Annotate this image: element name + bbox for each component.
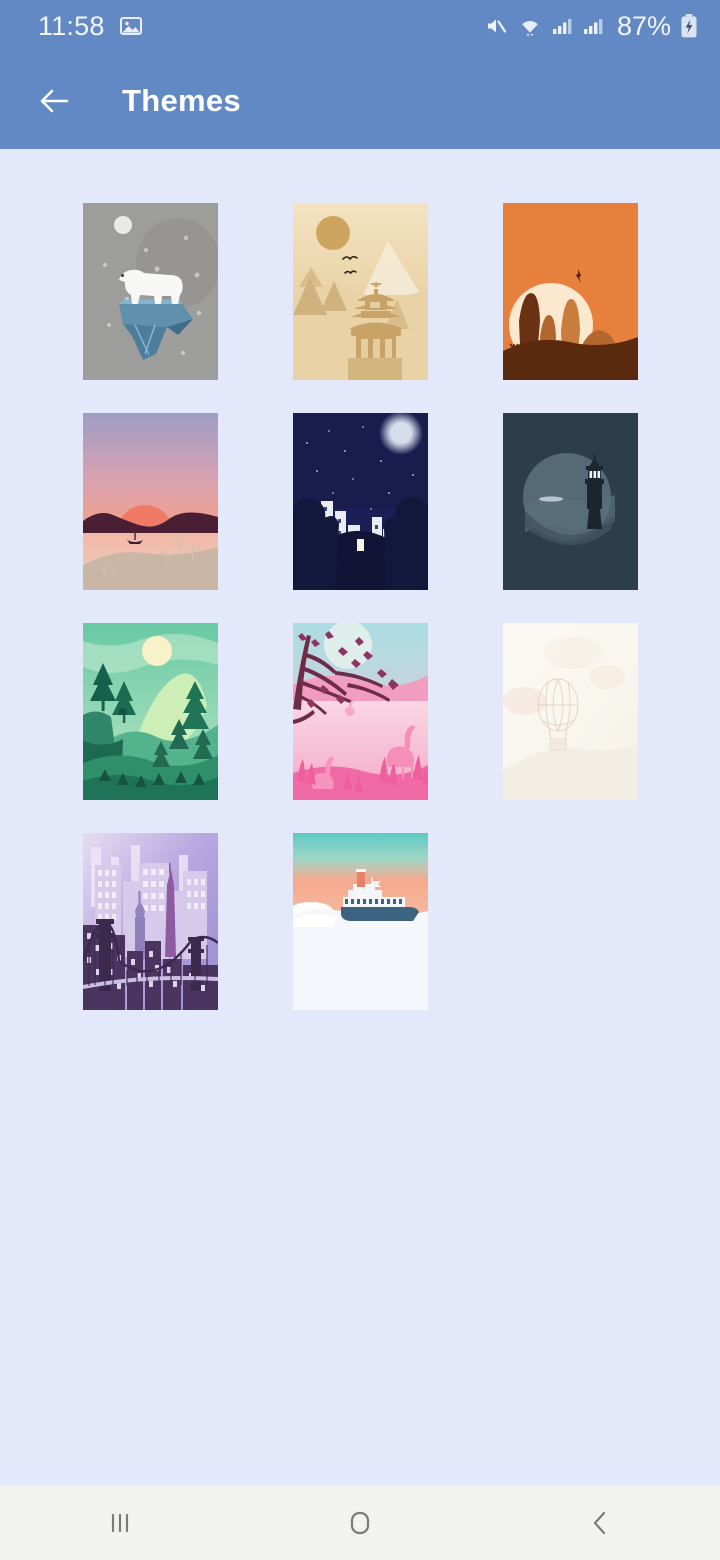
back-chevron-icon xyxy=(580,1503,620,1543)
status-bar-left: 11:58 xyxy=(38,11,484,42)
signal-sim1-icon xyxy=(552,14,574,38)
home-icon xyxy=(340,1503,380,1543)
theme-thumbnail-pagoda[interactable] xyxy=(292,203,428,380)
theme-thumbnail-lighthouse[interactable] xyxy=(502,413,638,590)
wifi-icon xyxy=(517,14,543,38)
theme-thumbnail-balloon[interactable] xyxy=(502,623,638,800)
theme-thumbnail-green-valley[interactable] xyxy=(82,623,218,800)
theme-art-polar-bear xyxy=(82,203,218,380)
theme-thumbnail-night-city[interactable] xyxy=(292,413,428,590)
status-bar: 11:58 87% xyxy=(0,0,720,52)
signal-sim2-icon xyxy=(583,14,605,38)
theme-thumbnail-ship[interactable] xyxy=(292,833,428,1010)
screenshot-image-icon xyxy=(119,14,143,38)
home-button[interactable] xyxy=(300,1486,420,1560)
themes-grid xyxy=(0,149,720,1010)
theme-art-ship xyxy=(292,833,428,1010)
theme-art-desert xyxy=(502,203,638,380)
themes-scroll-area[interactable] xyxy=(0,149,720,1486)
theme-thumbnail-lake-sunset[interactable] xyxy=(82,413,218,590)
theme-thumbnail-flamingo[interactable] xyxy=(292,623,428,800)
battery-charging-icon xyxy=(680,13,698,39)
theme-grid-empty-cell xyxy=(503,833,638,1010)
theme-art-night-city xyxy=(292,413,428,590)
status-bar-clock: 11:58 xyxy=(38,10,105,41)
theme-art-green-valley xyxy=(82,623,218,800)
theme-art-lighthouse xyxy=(502,413,638,590)
theme-art-purple-city xyxy=(82,833,218,1010)
recents-button[interactable] xyxy=(60,1486,180,1560)
theme-thumbnail-polar-bear[interactable] xyxy=(82,203,218,380)
back-button[interactable] xyxy=(540,1486,660,1560)
app-bar: Themes xyxy=(0,52,720,149)
battery-percent-label: 87% xyxy=(616,10,671,41)
mute-icon xyxy=(484,14,508,38)
page-title: Themes xyxy=(122,82,241,118)
theme-thumbnail-purple-city[interactable] xyxy=(82,833,218,1010)
theme-thumbnail-desert[interactable] xyxy=(502,203,638,380)
system-navigation-bar xyxy=(0,1486,720,1560)
theme-art-flamingo xyxy=(292,623,428,800)
theme-art-balloon xyxy=(502,623,638,800)
theme-art-lake-sunset xyxy=(82,413,218,590)
recents-icon xyxy=(100,1503,140,1543)
arrow-left-icon xyxy=(33,80,75,122)
status-bar-right: 87% xyxy=(484,11,698,42)
theme-art-pagoda xyxy=(292,203,428,380)
app-bar-back-button[interactable] xyxy=(30,77,78,125)
